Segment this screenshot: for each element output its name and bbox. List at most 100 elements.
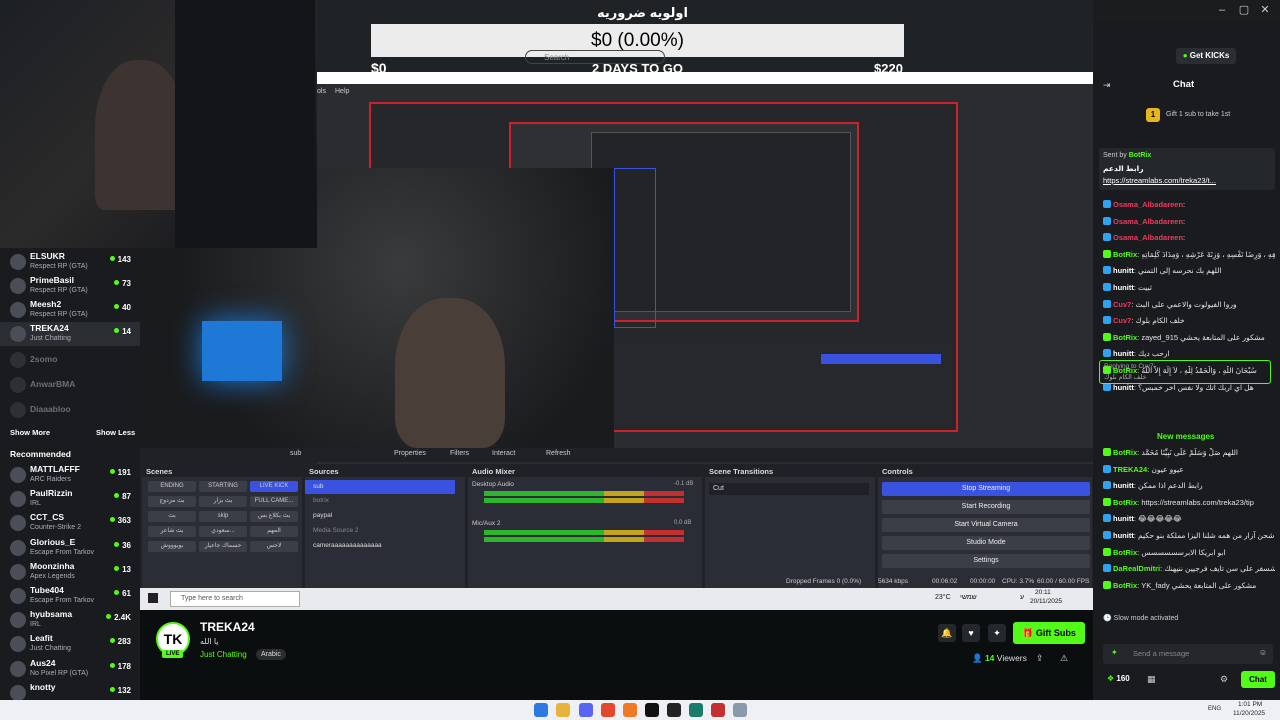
chat-message[interactable]: BotRix: سُبْحَانَ اللَّهِ وَبِحَمْدِهِ ،… — [1103, 249, 1275, 260]
sidebar-channel-offline[interactable]: Diaaabloo — [0, 398, 140, 422]
explorer-icon[interactable] — [556, 703, 570, 717]
chat-username[interactable]: hunitt — [1113, 266, 1134, 275]
recommended-channel[interactable]: hyubsama IRL 2.4K — [0, 608, 140, 632]
recommended-channel[interactable]: MATTLAFFF ARC Raiders 191 — [0, 463, 140, 487]
source-item[interactable]: cameraaaaaaaaaaaaaa — [305, 539, 455, 553]
heart-icon[interactable]: ♥ — [962, 624, 980, 642]
emoji-icon[interactable]: ☺ — [1259, 648, 1267, 657]
bell-icon[interactable]: 🔔 — [938, 624, 956, 642]
chat-username[interactable]: Cuv7 — [1113, 316, 1131, 325]
recommended-channel[interactable]: Tube404 Escape From Tarkov 61 — [0, 584, 140, 608]
chat-username[interactable]: BotRix — [1113, 498, 1137, 507]
calendar-icon[interactable]: ▦ — [1147, 674, 1156, 685]
scene-button[interactable]: بويوووش — [148, 541, 196, 552]
app2-icon[interactable] — [667, 703, 681, 717]
properties-button[interactable]: Properties — [394, 450, 426, 457]
app-icon[interactable] — [623, 703, 637, 717]
show-more-link[interactable]: Show More — [10, 428, 50, 437]
chat-username[interactable]: BotRix — [1113, 581, 1137, 590]
scene-button[interactable]: بث بكلاع بس — [250, 511, 298, 522]
recommended-channel[interactable]: Leafit Just Chatting 283 — [0, 632, 140, 656]
inner-search-box[interactable]: Type here to search — [170, 591, 300, 607]
settings-icon[interactable]: ⚙ — [1220, 674, 1228, 685]
chat-message[interactable]: Osama_Albadareen: — [1103, 233, 1275, 243]
emote-bar[interactable] — [1103, 626, 1273, 638]
gift-prompt[interactable]: Gift 1 sub to take 1st — [1166, 111, 1230, 118]
chat-username[interactable]: Osama_Albadareen — [1113, 233, 1183, 242]
pinned-link[interactable]: https://streamlabs.com/treka23/t... — [1103, 176, 1216, 185]
new-messages-divider[interactable]: New messages — [1157, 432, 1214, 441]
interact-button[interactable]: Interact — [492, 450, 515, 457]
chat-input[interactable]: ✦ Send a message ☺ — [1103, 644, 1273, 664]
scene-button[interactable]: بث بزار — [199, 496, 247, 507]
source-item[interactable]: paypal — [305, 509, 455, 523]
chat-message[interactable]: Osama_Albadareen: — [1103, 200, 1275, 210]
collapse-chat-icon[interactable]: ⇥ — [1103, 80, 1111, 91]
sidebar-channel[interactable]: Meesh2 Respect RP (GTA) 40 — [0, 298, 140, 322]
source-item[interactable]: Media Source 2 — [305, 524, 455, 538]
chat-username[interactable]: Osama_Albadareen — [1113, 217, 1183, 226]
sidebar-channel-offline[interactable]: 2somo — [0, 348, 140, 372]
gift-subs-button[interactable]: 🎁 Gift Subs — [1013, 622, 1085, 644]
sidebar-channel[interactable]: PrimeBasil Respect RP (GTA) 73 — [0, 274, 140, 298]
get-kicks-button[interactable]: ● Get KICKs — [1176, 48, 1236, 64]
chat-message[interactable]: TREKA24: عيوو عيون — [1103, 464, 1275, 475]
pinned-message[interactable]: Sent by BotRix رابط الدعم https://stream… — [1099, 148, 1275, 190]
chat-message[interactable]: hunitt: اللهم بك نحرسه إلى التمني — [1103, 266, 1275, 276]
show-less-link[interactable]: Show Less — [96, 428, 135, 437]
stream-category[interactable]: Just Chatting — [200, 650, 247, 659]
terminal-icon[interactable] — [689, 703, 703, 717]
chat-message[interactable]: BotRix: https://streamlabs.com/treka23/t… — [1103, 497, 1275, 508]
chat-message[interactable]: Osama_Albadareen: — [1103, 216, 1275, 227]
kicks-balance[interactable]: ❖ 160 — [1107, 674, 1130, 683]
scene-button[interactable]: ENDING — [148, 481, 196, 492]
scene-button[interactable]: skip — [199, 511, 247, 522]
app3-icon[interactable] — [711, 703, 725, 717]
search-input[interactable]: Search — [525, 50, 665, 64]
chat-username[interactable]: hunitt — [1113, 349, 1134, 358]
source-item[interactable]: sub — [305, 480, 455, 494]
sidebar-channel-offline[interactable]: AnwarBMA — [0, 373, 140, 397]
chat-message[interactable]: hunitt: ثبيت — [1103, 283, 1275, 293]
scene-button[interactable]: حسماك جاعيار — [199, 541, 247, 552]
scene-button[interactable]: LIVE KICK — [250, 481, 298, 492]
chat-message[interactable]: BotRix: zayed_915 مشكور على المتابعة يحش… — [1103, 332, 1275, 343]
source-item[interactable]: botrix — [305, 494, 455, 508]
transition-select[interactable]: Cut — [709, 483, 869, 495]
chat-message[interactable]: BotRix: ابو ابريكا الابرسسسسسس — [1103, 547, 1275, 558]
report-icon[interactable]: ⚠ — [1060, 653, 1068, 664]
stream-tag[interactable]: Arabic — [256, 649, 286, 660]
chat-username[interactable]: hunitt — [1113, 283, 1134, 292]
scene-button[interactable]: بث شاعر — [148, 526, 196, 537]
send-chat-button[interactable]: Chat — [1241, 671, 1275, 688]
chat-username[interactable]: BotRix — [1113, 548, 1137, 557]
chat-message[interactable]: BotRix: YK_fady مشكور على المتابعة يحشي — [1103, 580, 1275, 591]
close-icon[interactable]: ✕ — [1255, 2, 1275, 18]
scene-button[interactable]: لاحس — [250, 541, 298, 552]
streamer-name[interactable]: TREKA24 — [200, 620, 255, 634]
chat-message[interactable]: DaRealDmitri: يابشسفر على سن تايف فرجيين… — [1103, 564, 1275, 574]
recommended-channel[interactable]: Moonzinha Apex Legends 13 — [0, 560, 140, 584]
chat-message[interactable]: hunitt: 😂😂😂😂😂 — [1103, 514, 1275, 524]
brave-icon[interactable] — [601, 703, 615, 717]
chat-username[interactable]: hunitt — [1113, 481, 1134, 490]
start-icon[interactable] — [534, 703, 548, 717]
maximize-icon[interactable]: ▢ — [1234, 2, 1254, 18]
recommended-channel[interactable]: CCT_CS Counter-Strike 2 363 — [0, 511, 140, 535]
chat-username[interactable]: Osama_Albadareen — [1113, 200, 1183, 209]
chat-message[interactable]: hunitt: اشحن آزار من همه شلنا اليزا مملك… — [1103, 531, 1275, 541]
scene-button[interactable]: FULL CAME... — [250, 496, 298, 507]
chat-username[interactable]: Cuv7 — [1113, 300, 1131, 309]
chat-message[interactable]: BotRix: اللهم صَلِّ وَسَلِّمْ عَلَى نَبِ… — [1103, 448, 1275, 458]
discord-icon[interactable] — [579, 703, 593, 717]
sidebar-channel[interactable]: TREKA24 Just Chatting 14 — [0, 322, 140, 346]
scene-button[interactable]: بث — [148, 511, 196, 522]
chat-message[interactable]: hunitt: ارحب ديك — [1103, 349, 1275, 359]
recommended-channel[interactable]: Glorious_E Escape From Tarkov 36 — [0, 536, 140, 560]
chat-username[interactable]: hunitt — [1113, 531, 1134, 540]
os-lang[interactable]: ENG — [1208, 706, 1221, 712]
chat-message[interactable]: hunitt: رابط الدعم اذا ممكن — [1103, 481, 1275, 491]
chat-username[interactable]: BotRix — [1113, 333, 1137, 342]
studio-mode-button[interactable]: Studio Mode — [882, 536, 1090, 550]
sidebar-channel[interactable]: ELSUKR Respect RP (GTA) 143 — [0, 250, 140, 274]
